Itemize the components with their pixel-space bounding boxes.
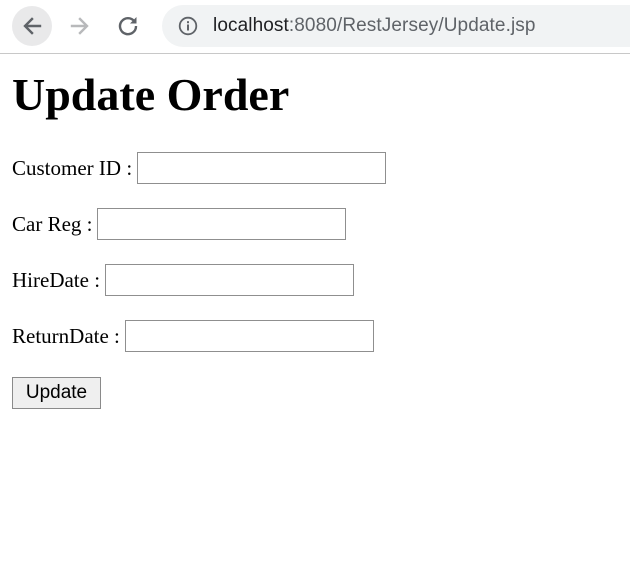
page-title: Update Order xyxy=(12,69,290,120)
browser-toolbar: localhost:8080/RestJersey/Update.jsp xyxy=(0,0,630,54)
hire-date-label: HireDate : xyxy=(12,268,101,292)
car-reg-label: Car Reg : xyxy=(12,212,93,236)
reload-button[interactable] xyxy=(108,6,148,46)
info-icon[interactable] xyxy=(178,16,198,36)
hire-date-row: HireDate : xyxy=(12,263,355,297)
customer-id-input[interactable] xyxy=(137,152,387,184)
update-button[interactable]: Update xyxy=(12,377,101,409)
reload-icon xyxy=(118,17,138,36)
return-date-label: ReturnDate : xyxy=(12,324,120,348)
car-reg-input[interactable] xyxy=(97,208,347,240)
return-date-input[interactable] xyxy=(124,320,374,352)
url-text[interactable]: localhost:8080/RestJersey/Update.jsp xyxy=(213,15,536,37)
forward-button[interactable] xyxy=(60,6,100,46)
page-content: Update Order Customer ID : Car Reg : Hir… xyxy=(0,54,630,582)
customer-id-row: Customer ID : xyxy=(12,151,387,185)
arrow-right-icon xyxy=(70,17,89,35)
return-date-row: ReturnDate : xyxy=(12,319,374,353)
address-bar[interactable]: localhost:8080/RestJersey/Update.jsp xyxy=(162,5,630,47)
customer-id-label: Customer ID : xyxy=(12,156,133,180)
back-button[interactable] xyxy=(12,6,52,46)
hire-date-input[interactable] xyxy=(105,264,355,296)
url-path: :8080/RestJersey/Update.jsp xyxy=(288,15,536,36)
arrow-left-icon xyxy=(23,17,42,35)
url-host: localhost xyxy=(213,15,289,36)
car-reg-row: Car Reg : xyxy=(12,207,347,241)
